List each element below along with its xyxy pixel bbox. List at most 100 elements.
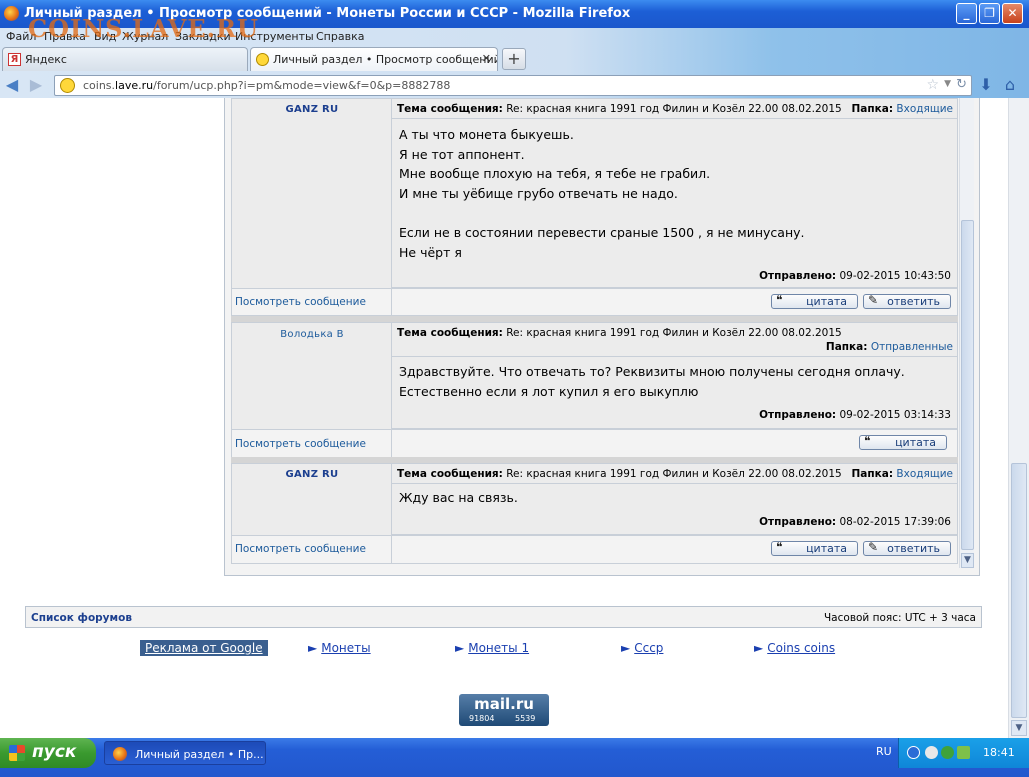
bookmark-star-icon[interactable]: ☆ <box>926 77 939 93</box>
antivirus-icon[interactable] <box>941 746 954 759</box>
ad-link[interactable]: ► Coins coins <box>754 641 835 655</box>
message-subject: Тема сообщения: Re: красная книга 1991 г… <box>397 327 842 339</box>
home-icon[interactable]: ⌂ <box>1000 75 1020 95</box>
ads-row: Реклама от Google ► Монеты ► Монеты 1 ► Ссс… <box>0 640 1000 658</box>
message-post: GANZ RU Тема сообщения: Re: красная книг… <box>231 98 958 316</box>
yandex-icon: Я <box>8 53 21 66</box>
tab-yandex[interactable]: Я Яндекс <box>2 47 248 71</box>
quote-button[interactable]: ❝ цитата <box>859 435 947 450</box>
minimize-button[interactable]: _ <box>956 3 977 24</box>
forum-footer-bar: Список форумов Часовой пояс: UTC + 3 час… <box>25 606 982 628</box>
task-label: Личный раздел • Пр... <box>135 748 264 761</box>
quote-button[interactable]: ❝ цитата <box>771 294 858 309</box>
message-text: А ты что монета быкуешь. Я не тот аппоне… <box>399 127 805 260</box>
clock: 18:41 <box>983 746 1015 759</box>
start-button[interactable]: пуск <box>0 738 96 768</box>
quote-icon: ❝ <box>864 434 871 448</box>
smiley-favicon-icon <box>256 53 269 66</box>
ad-link[interactable]: ► Монеты 1 <box>455 641 529 655</box>
panel-scroll-thumb[interactable] <box>961 220 974 550</box>
author-name[interactable]: GANZ RU <box>232 469 392 480</box>
ad-link[interactable]: ► Монеты <box>308 641 371 655</box>
menu-help[interactable]: Справка <box>316 30 364 43</box>
network-icon[interactable] <box>925 746 938 759</box>
panel-scrollbar[interactable]: ▼ <box>959 98 974 568</box>
windows-taskbar: пуск Личный раздел • Пр... RU 18:41 <box>0 738 1029 777</box>
author-name[interactable]: Володька В <box>232 329 392 340</box>
dropdown-arrow-icon[interactable]: ▼ <box>944 79 951 89</box>
new-tab-button[interactable]: + <box>502 48 526 70</box>
message-folder: Папка: Входящие <box>851 103 953 115</box>
message-actions-row: Посмотреть сообщение ❝ цитата ✎ ответить <box>231 288 958 316</box>
quote-button[interactable]: ❝ цитата <box>771 541 858 556</box>
tab-current[interactable]: Личный раздел • Просмотр сообщений... ✕ <box>250 47 498 71</box>
message-post: GANZ RU Тема сообщения: Re: красная книг… <box>231 463 958 564</box>
scroll-down-arrow-icon[interactable]: ▼ <box>1011 720 1027 736</box>
mailru-logo: mail.ru <box>474 695 534 713</box>
language-indicator[interactable]: RU <box>876 745 892 758</box>
triangle-icon: ► <box>308 641 318 655</box>
ad-link[interactable]: ► Ссср <box>621 641 663 655</box>
view-message-link[interactable]: Посмотреть сообщение <box>235 438 366 450</box>
triangle-icon: ► <box>455 641 465 655</box>
forum-list-link[interactable]: Список форумов <box>31 612 132 624</box>
message-subject: Тема сообщения: Re: красная книга 1991 г… <box>397 468 842 480</box>
taskbar-firefox-task[interactable]: Личный раздел • Пр... <box>104 741 266 765</box>
message-body-row: GANZ RU Тема сообщения: Re: красная книг… <box>231 98 958 289</box>
scroll-down-arrow-icon[interactable]: ▼ <box>961 553 974 568</box>
reply-icon: ✎ <box>868 540 879 554</box>
firefox-icon <box>4 6 19 21</box>
folder-link[interactable]: Входящие <box>896 468 953 480</box>
reply-button[interactable]: ✎ ответить <box>863 541 951 556</box>
forward-arrow-icon[interactable]: ▶ <box>26 75 46 95</box>
tab-label: Яндекс <box>25 53 67 66</box>
message-body-row: Володька В Тема сообщения: Re: красная к… <box>231 322 958 430</box>
address-bar[interactable]: coins.lave.ru/forum/ucp.php?i=pm&mode=vi… <box>54 75 972 96</box>
message-folder: Папка: Входящие <box>851 468 953 480</box>
windows-logo-icon <box>9 745 25 761</box>
page-scroll-thumb[interactable] <box>1011 463 1027 718</box>
folder-link[interactable]: Отправленные <box>871 341 953 353</box>
start-label: пуск <box>32 742 77 762</box>
message-sent: Отправлено: 09-02-2015 03:14:33 <box>759 409 951 421</box>
message-sent: Отправлено: 08-02-2015 17:39:06 <box>759 516 951 528</box>
view-message-link[interactable]: Посмотреть сообщение <box>235 296 366 308</box>
message-subject: Тема сообщения: Re: красная книга 1991 г… <box>397 103 842 115</box>
triangle-icon: ► <box>754 641 764 655</box>
author-cell <box>232 99 392 289</box>
triangle-icon: ► <box>621 641 631 655</box>
message-folder: Папка: Отправленные <box>825 341 953 353</box>
back-arrow-icon[interactable]: ◀ <box>2 75 22 95</box>
navigation-bar: ◀ ▶ coins.lave.ru/forum/ucp.php?i=pm&mod… <box>0 72 1029 98</box>
close-button[interactable]: ✕ <box>1002 3 1023 24</box>
author-name[interactable]: GANZ RU <box>232 104 392 115</box>
reply-button[interactable]: ✎ ответить <box>863 294 951 309</box>
message-actions-row: Посмотреть сообщение ❝ цитата ✎ ответить <box>231 535 958 564</box>
page-scrollbar[interactable]: ▼ <box>1008 98 1029 738</box>
reload-icon[interactable]: ↻ <box>956 77 967 92</box>
restore-button[interactable]: ❐ <box>979 3 1000 24</box>
reply-icon: ✎ <box>868 293 879 307</box>
close-tab-icon[interactable]: ✕ <box>482 52 491 65</box>
counter-value: 91804 <box>469 714 495 723</box>
firefox-icon <box>113 747 127 761</box>
message-text: Здравствуйте. Что отвечать то? Реквизиты… <box>399 364 905 399</box>
tab-label: Личный раздел • Просмотр сообщений... <box>273 53 498 66</box>
mailru-counter[interactable]: mail.ru 91804 5539 <box>459 694 549 726</box>
smiley-site-icon <box>60 78 75 93</box>
folder-link[interactable]: Входящие <box>896 103 953 115</box>
page-content: GANZ RU Тема сообщения: Re: красная книг… <box>0 98 1008 738</box>
timezone-text: Часовой пояс: UTC + 3 часа <box>823 612 976 624</box>
messages-panel: GANZ RU Тема сообщения: Re: красная книг… <box>224 98 980 576</box>
tray-app-icon[interactable] <box>957 746 970 759</box>
message-sent: Отправлено: 09-02-2015 10:43:50 <box>759 270 951 282</box>
message-body-row: GANZ RU Тема сообщения: Re: красная книг… <box>231 463 958 536</box>
view-message-link[interactable]: Посмотреть сообщение <box>235 543 366 555</box>
quote-icon: ❝ <box>776 540 783 554</box>
message-post: Володька В Тема сообщения: Re: красная к… <box>231 322 958 463</box>
download-icon[interactable]: ⬇ <box>976 75 996 95</box>
site-watermark: COINS.LAVE.RU <box>28 14 259 43</box>
message-text: Жду вас на связь. <box>399 490 518 505</box>
google-ads-label[interactable]: Реклама от Google <box>140 640 268 656</box>
tray-expand-icon[interactable] <box>907 746 920 759</box>
